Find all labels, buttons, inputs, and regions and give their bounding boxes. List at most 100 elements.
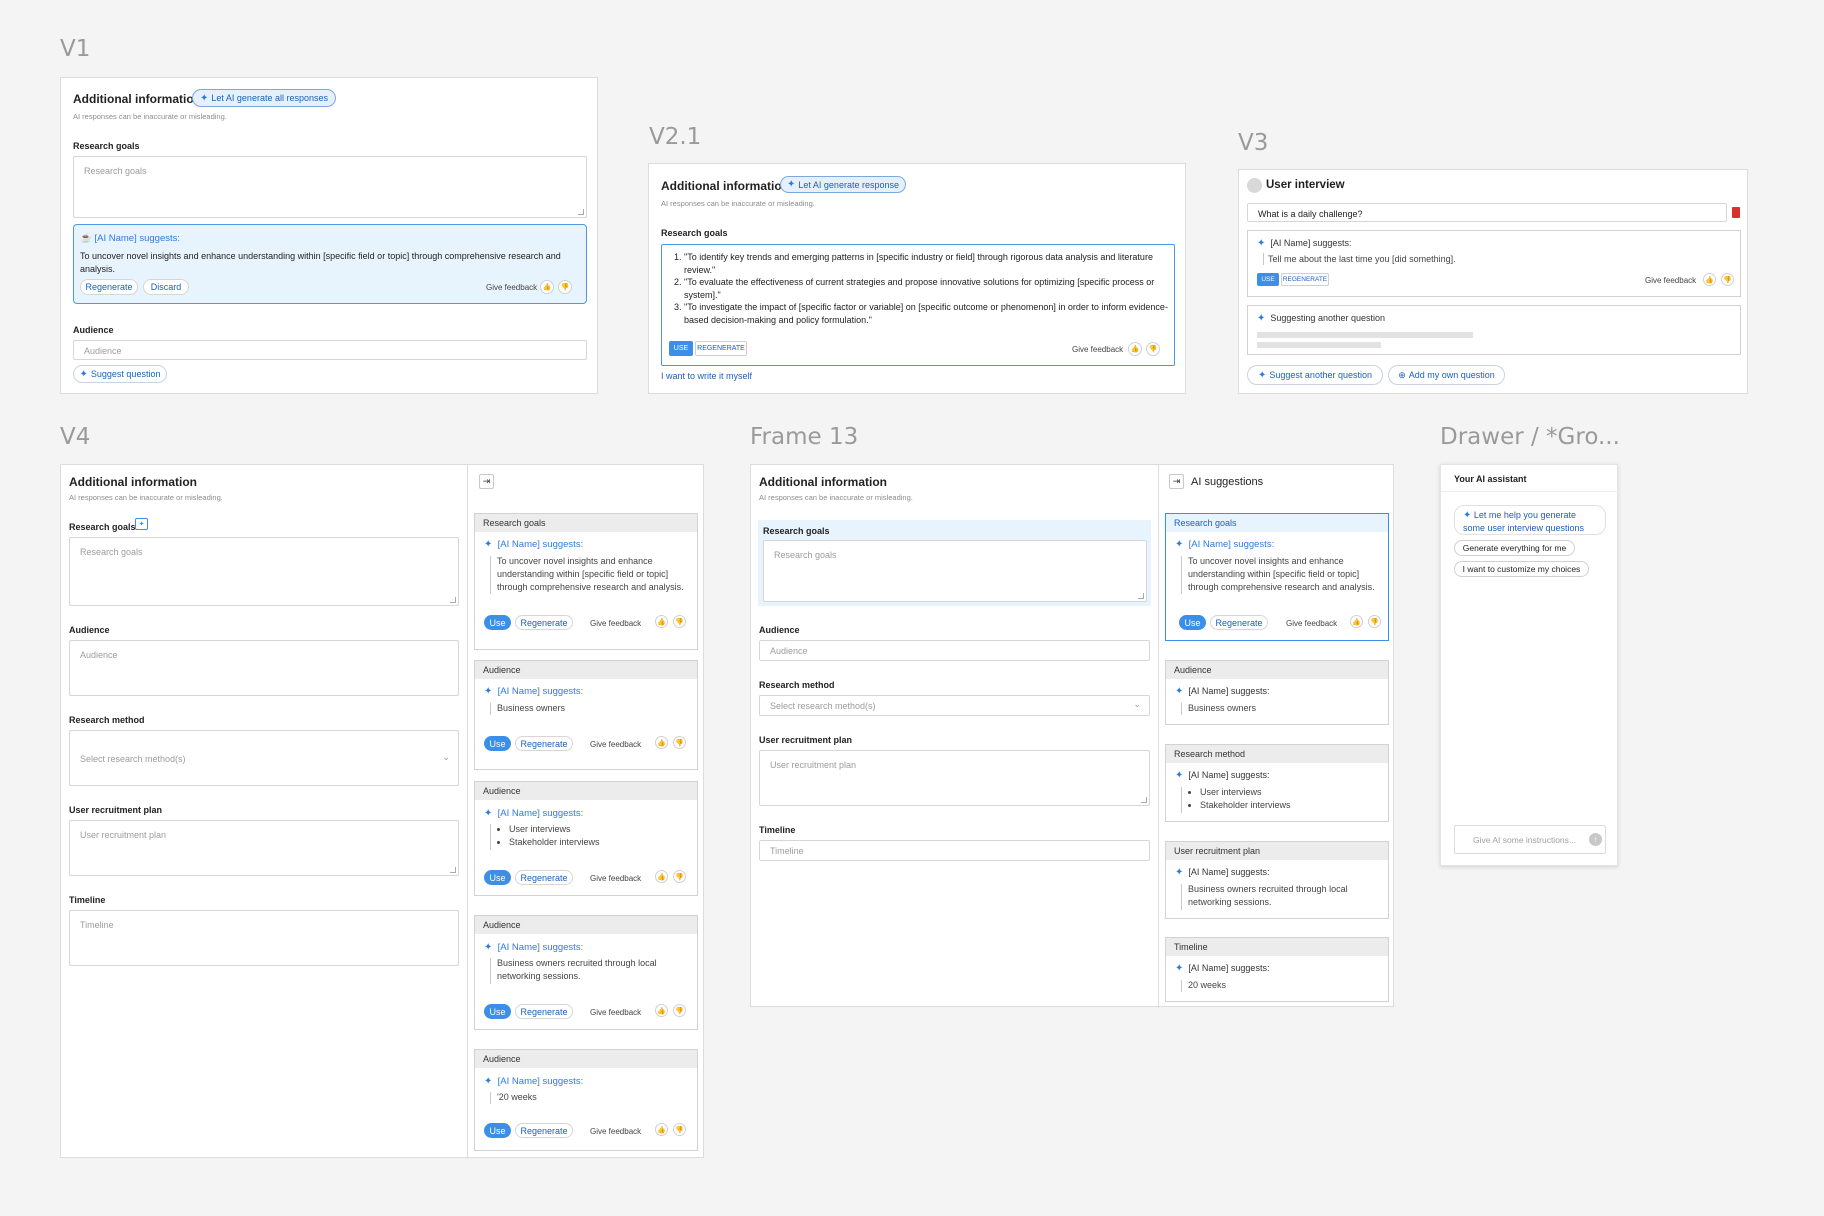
thumbs-down-icon[interactable]: 👎 (1146, 342, 1160, 356)
v21-ai-generate-button[interactable]: ✦ Let AI generate response (780, 176, 906, 193)
v4-research-goals-input[interactable]: Research goals (69, 537, 459, 606)
f13-card-goals: Research goals ✦ [AI Name] suggests: To … (1165, 513, 1389, 641)
v1-regenerate-button[interactable]: Regenerate (80, 279, 138, 295)
thumbs-up-icon[interactable]: 👍 (1703, 273, 1716, 286)
f13-method-item: Stakeholder interviews (1200, 799, 1291, 812)
sparkle-icon: ✦ (1258, 369, 1267, 381)
thumbs-down-icon[interactable]: 👎 (673, 1123, 686, 1136)
v4-card-header: Audience (475, 1050, 697, 1068)
v4-card-header: Research goals (475, 514, 697, 532)
v21-write-myself-link[interactable]: I want to write it myself (661, 371, 752, 381)
thumbs-down-icon[interactable]: 👎 (673, 615, 686, 628)
v4-ai-suggests-label: [AI Name] suggests: (497, 539, 584, 550)
drawer-instructions-input[interactable]: Give AI some instructions... (1454, 825, 1606, 854)
frame13-timeline-placeholder: Timeline (770, 846, 804, 856)
thumbs-down-icon[interactable]: 👎 (1368, 615, 1381, 628)
frame13-timeline-input[interactable]: Timeline (759, 840, 1150, 861)
v1-audience-input[interactable]: Audience (73, 340, 587, 360)
thumbs-down-icon[interactable]: 👎 (673, 736, 686, 749)
f13-regenerate-button[interactable]: Regenerate (1210, 615, 1268, 630)
ai-chat-icon[interactable]: ✦ (135, 518, 148, 530)
collapse-panel-icon[interactable]: ⇥ (1169, 474, 1184, 489)
drawer-option-generate[interactable]: Generate everything for me (1454, 540, 1575, 556)
v4-ai-suggests: ✦ [AI Name] suggests: (484, 539, 583, 550)
frame13-recruitment-input[interactable]: User recruitment plan (759, 750, 1150, 806)
v4-audience-label: Audience (69, 625, 110, 635)
thumbs-up-icon[interactable]: 👍 (1128, 342, 1142, 356)
resize-handle-icon[interactable] (450, 597, 456, 603)
v1-ai-generate-button[interactable]: ✦ Let AI generate all responses (192, 89, 336, 107)
resize-handle-icon[interactable] (450, 867, 456, 873)
v3-question-value: What is a daily challenge? (1258, 209, 1363, 219)
v4-audience-input[interactable]: Audience (69, 640, 459, 696)
v3-ai-suggests-label: [AI Name] suggests: (1270, 238, 1352, 248)
frame13-audience-input[interactable]: Audience (759, 640, 1150, 661)
frame13-method-select[interactable]: Select research method(s) ⌄ (759, 695, 1150, 716)
v4-regenerate-button[interactable]: Regenerate (515, 1004, 573, 1019)
v3-suggest-another-button[interactable]: ✦ Suggest another question (1247, 365, 1383, 385)
v4-use-button[interactable]: Use (484, 1004, 511, 1019)
v4-use-button[interactable]: Use (484, 736, 511, 751)
v1-discard-button[interactable]: Discard (143, 279, 189, 295)
thumbs-down-icon[interactable]: 👎 (1721, 273, 1734, 286)
frame-label-v4: V4 (60, 424, 91, 450)
v4-regenerate-button[interactable]: Regenerate (515, 736, 573, 751)
v4-card-audience: Audience ✦ [AI Name] suggests: Business … (474, 660, 698, 770)
v4-regenerate-button[interactable]: Regenerate (515, 615, 573, 630)
v21-feedback-label: Give feedback (1072, 345, 1124, 354)
send-icon[interactable]: ↑ (1589, 833, 1602, 846)
thumbs-down-icon[interactable]: 👎 (558, 280, 572, 294)
v1-suggest-question-button[interactable]: ✦ Suggest question (73, 365, 167, 383)
v4-research-method-select[interactable]: Select research method(s) ⌄ (69, 730, 459, 786)
collapse-panel-icon[interactable]: ⇥ (479, 474, 494, 489)
v3-loading-card: ✦ Suggesting another question (1247, 305, 1741, 355)
v21-research-goals-box[interactable]: "To identify key trends and emerging pat… (661, 244, 1175, 366)
thumbs-down-icon[interactable]: 👎 (673, 870, 686, 883)
v3-add-own-button[interactable]: ⊕ Add my own question (1388, 365, 1505, 385)
frame13-research-goals-input[interactable]: Research goals (763, 540, 1147, 602)
quote-bar (1181, 787, 1182, 813)
v4-recruitment-input[interactable]: User recruitment plan (69, 820, 459, 876)
thumbs-up-icon[interactable]: 👍 (655, 1123, 668, 1136)
v4-research-method-placeholder: Select research method(s) (80, 754, 186, 764)
quote-bar (490, 703, 491, 715)
sparkle-icon: ✦ (1175, 867, 1184, 878)
thumbs-up-icon[interactable]: 👍 (655, 736, 668, 749)
frame13-research-goals-label: Research goals (763, 526, 830, 536)
v3-use-button[interactable]: USE (1257, 273, 1279, 286)
v4-use-button[interactable]: Use (484, 870, 511, 885)
drawer-option-customize[interactable]: I want to customize my choices (1454, 561, 1589, 577)
resize-handle-icon[interactable] (578, 209, 584, 215)
v21-regenerate-button[interactable]: REGENERATE (695, 341, 747, 356)
resize-handle-icon[interactable] (1138, 593, 1144, 599)
frame13-frame: Additional information AI responses can … (750, 464, 1394, 1008)
frame-label-drawer: Drawer / *Gro... (1440, 424, 1620, 450)
sparkle-icon: ✦ (484, 686, 493, 697)
thumbs-up-icon[interactable]: 👍 (655, 615, 668, 628)
v1-research-goals-input[interactable]: Research goals (73, 156, 587, 218)
thumbs-up-icon[interactable]: 👍 (540, 280, 554, 294)
v4-card-recruitment: Audience ✦ [AI Name] suggests: Business … (474, 915, 698, 1030)
f13-use-button[interactable]: Use (1179, 615, 1206, 630)
sparkle-icon: ✦ (484, 1076, 493, 1087)
v4-ai-suggests-label: [AI Name] suggests: (497, 1076, 584, 1087)
v3-question-input[interactable]: What is a daily challenge? (1247, 203, 1727, 222)
bot-icon: ☕ (80, 233, 92, 244)
v21-use-button[interactable]: USE (669, 341, 693, 356)
v4-regenerate-button[interactable]: Regenerate (515, 870, 573, 885)
f13-suggestion-text: To uncover novel insights and enhance un… (1188, 556, 1375, 592)
thumbs-down-icon[interactable]: 👎 (673, 1004, 686, 1017)
v4-regenerate-button[interactable]: Regenerate (515, 1123, 573, 1138)
v4-method-item: Stakeholder interviews (509, 836, 600, 849)
thumbs-up-icon[interactable]: 👍 (655, 1004, 668, 1017)
v4-use-button[interactable]: Use (484, 1123, 511, 1138)
chevron-down-icon: ⌄ (1133, 699, 1141, 709)
v4-use-button[interactable]: Use (484, 615, 511, 630)
v4-timeline-input[interactable]: Timeline (69, 910, 459, 966)
trash-icon[interactable] (1732, 207, 1740, 218)
resize-handle-icon[interactable] (1141, 797, 1147, 803)
v3-suggest-another-label: Suggest another question (1269, 370, 1372, 380)
thumbs-up-icon[interactable]: 👍 (1350, 615, 1363, 628)
thumbs-up-icon[interactable]: 👍 (655, 870, 668, 883)
v3-regenerate-button[interactable]: REGENERATE (1281, 273, 1329, 286)
